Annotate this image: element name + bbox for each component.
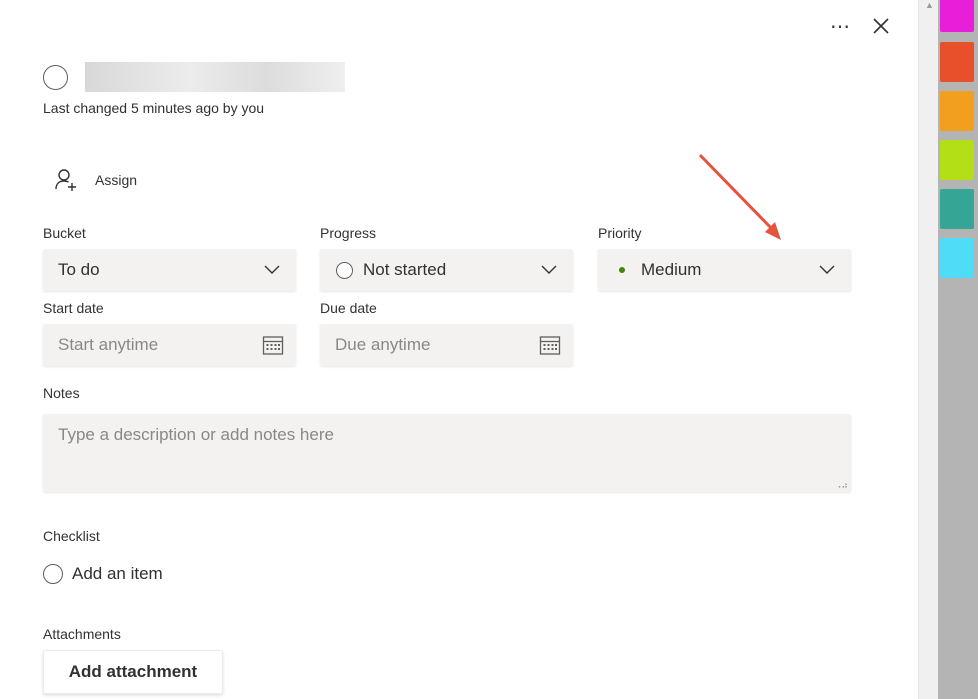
label-swatch-orange[interactable] [940, 91, 974, 131]
task-details-panel: ⋯ Last changed 5 minutes ago by you Assi… [0, 0, 918, 699]
start-date-placeholder: Start anytime [58, 335, 159, 354]
label-swatch-lime[interactable] [940, 140, 974, 180]
resize-grip-icon[interactable]: ⠠⠴ [835, 481, 848, 490]
complete-task-checkbox[interactable] [43, 65, 68, 90]
label-swatch-cyan[interactable] [940, 238, 974, 278]
calendar-icon[interactable] [262, 334, 284, 356]
annotation-arrow-icon [698, 153, 781, 240]
assign-label: Assign [95, 172, 138, 188]
task-title-redacted[interactable] [85, 62, 345, 92]
scroll-up-arrow-icon[interactable]: ▲ [925, 0, 934, 10]
start-date-field[interactable]: Start anytime [43, 324, 296, 366]
priority-dot-icon [619, 267, 625, 273]
priority-label: Priority [598, 225, 642, 241]
close-icon[interactable] [871, 16, 891, 36]
add-person-icon [55, 169, 76, 191]
label-swatch-teal[interactable] [940, 189, 974, 229]
label-swatch-red[interactable] [940, 42, 974, 82]
chevron-down-icon [819, 265, 835, 274]
due-date-field[interactable]: Due anytime [320, 324, 573, 366]
add-checklist-item[interactable]: Add an item [43, 564, 163, 584]
start-date-label: Start date [43, 300, 104, 316]
last-changed-text: Last changed 5 minutes ago by you [43, 100, 265, 116]
checklist-circle-icon [43, 564, 63, 584]
vertical-scrollbar[interactable]: ▲ [918, 0, 938, 699]
chevron-down-icon [541, 265, 557, 274]
priority-dropdown[interactable]: Medium [598, 249, 851, 291]
more-options-button[interactable]: ⋯ [830, 14, 851, 39]
label-color-strip [938, 0, 978, 699]
progress-dropdown[interactable]: Not started [320, 249, 573, 291]
attachments-label: Attachments [43, 626, 121, 642]
notes-textarea[interactable]: Type a description or add notes here ⠠⠴ [43, 414, 851, 492]
bucket-dropdown[interactable]: To do [43, 249, 296, 291]
bucket-label: Bucket [43, 225, 86, 241]
priority-value: Medium [641, 260, 702, 279]
due-date-label: Due date [320, 300, 377, 316]
bucket-value: To do [58, 260, 100, 279]
add-item-text: Add an item [72, 564, 163, 583]
progress-value: Not started [363, 260, 447, 279]
due-date-placeholder: Due anytime [335, 335, 431, 354]
add-attachment-button[interactable]: Add attachment [43, 650, 223, 694]
label-swatch-pink[interactable] [940, 0, 974, 32]
assign-button[interactable]: Assign [55, 168, 137, 192]
notes-placeholder: Type a description or add notes here [58, 425, 334, 444]
not-started-circle-icon [336, 261, 353, 279]
checklist-label: Checklist [43, 528, 100, 544]
chevron-down-icon [264, 265, 280, 274]
notes-label: Notes [43, 385, 80, 401]
progress-label: Progress [320, 225, 377, 241]
calendar-icon[interactable] [539, 334, 561, 356]
